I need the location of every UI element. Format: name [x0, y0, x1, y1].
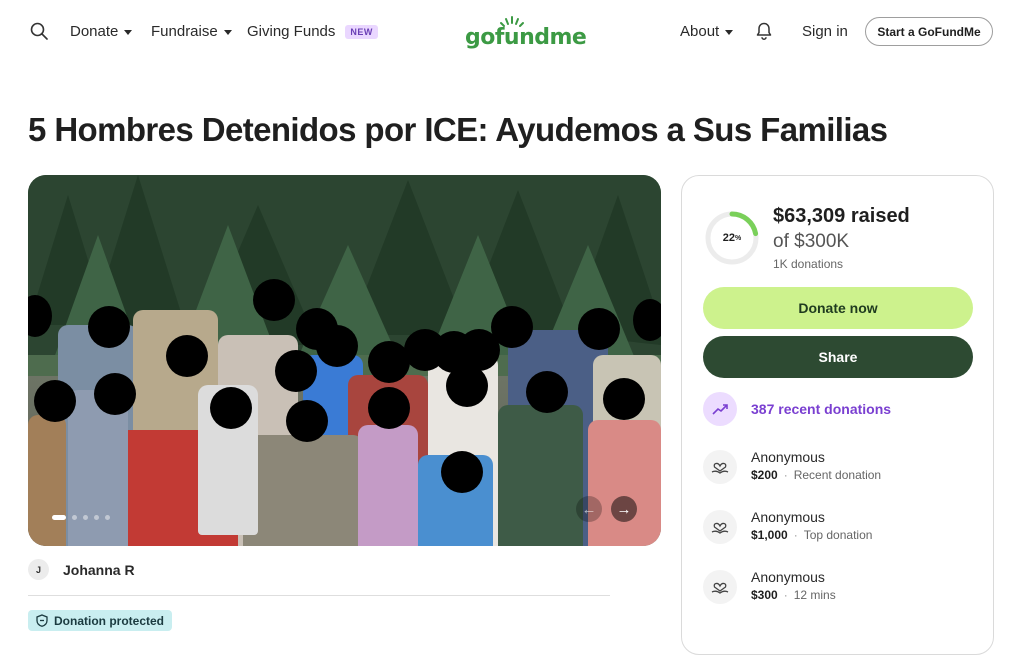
donation-item: Anonymous $300 · 12 mins	[703, 569, 836, 604]
amount-raised: $63,309 raised	[773, 205, 910, 227]
face-blur	[633, 299, 661, 341]
donation-item: Anonymous $200 · Recent donation	[703, 449, 882, 484]
donor-name: Anonymous	[751, 449, 825, 465]
goal-amount: of $300K	[773, 231, 850, 252]
bell-icon[interactable]	[754, 21, 774, 41]
arrow-right-icon[interactable]: →	[611, 496, 637, 522]
avatar: J	[28, 559, 49, 580]
donation-amount: $1,000	[751, 528, 788, 542]
arrow-left-icon[interactable]: ←	[576, 496, 602, 522]
campaign-photo[interactable]: ← →	[28, 175, 661, 546]
donor-name: Anonymous	[751, 569, 825, 585]
share-button[interactable]: Share	[703, 336, 973, 378]
nav-fundraise-label: Fundraise	[151, 23, 218, 40]
campaign-title: 5 Hombres Detenidos por ICE: Ayudemos a …	[28, 111, 888, 148]
recent-donations-link[interactable]: 387 recent donations	[703, 392, 891, 426]
sign-in-label: Sign in	[802, 23, 848, 40]
person	[28, 415, 66, 546]
heart-hand-icon	[703, 510, 737, 544]
donation-note: Top donation	[803, 528, 873, 542]
face-blur	[88, 306, 130, 348]
organizer-name: Johanna R	[63, 561, 135, 578]
carousel-dots[interactable]	[52, 515, 110, 520]
progress-percent-sign: %	[735, 234, 742, 242]
face-blur	[446, 365, 488, 407]
start-gofundme-button[interactable]: Start a GoFundMe	[865, 17, 993, 46]
person	[358, 425, 418, 546]
search-icon[interactable]	[30, 22, 48, 40]
new-badge: NEW	[345, 24, 378, 39]
nav-giving-funds[interactable]: Giving Funds NEW	[247, 23, 378, 40]
face-blur	[316, 325, 358, 367]
donation-count: 1K donations	[773, 257, 844, 271]
divider	[28, 595, 610, 596]
donation-protected-badge[interactable]: Donation protected	[28, 610, 172, 631]
face-blur	[526, 371, 568, 413]
donor-name: Anonymous	[751, 509, 825, 525]
chevron-down-icon	[124, 29, 133, 35]
organizer[interactable]: J Johanna R	[28, 559, 135, 580]
chevron-down-icon	[223, 29, 232, 35]
donation-panel: 22% $63,309 raised of $300K 1K donations…	[681, 175, 994, 655]
donation-amount: $200	[751, 468, 778, 482]
carousel-dot[interactable]	[52, 515, 66, 520]
nav-donate[interactable]: Donate	[70, 23, 133, 40]
trending-up-icon	[703, 392, 737, 426]
heart-hand-icon	[703, 570, 737, 604]
person	[588, 420, 661, 546]
face-blur	[441, 451, 483, 493]
face-blur	[491, 306, 533, 348]
carousel-dot[interactable]	[83, 515, 88, 520]
face-blur	[210, 387, 252, 429]
progress-percent-value: 22	[722, 232, 735, 244]
nav-about[interactable]: About	[680, 23, 734, 40]
carousel-dot[interactable]	[72, 515, 77, 520]
face-blur	[286, 400, 328, 442]
chevron-down-icon	[725, 29, 734, 35]
recent-donations-label: 387 recent donations	[751, 401, 892, 417]
top-nav: Donate Fundraise Giving Funds NEW gofund…	[0, 0, 1024, 64]
donation-note: Recent donation	[793, 468, 882, 482]
shield-icon	[36, 614, 48, 627]
person	[243, 435, 363, 546]
face-blur	[94, 373, 136, 415]
nav-giving-funds-label: Giving Funds	[247, 23, 336, 40]
donate-now-button[interactable]: Donate now	[703, 287, 973, 329]
face-blur	[34, 380, 76, 422]
person	[498, 405, 583, 546]
nav-donate-label: Donate	[70, 23, 119, 40]
progress-ring: 22%	[704, 210, 760, 266]
face-blur	[578, 308, 620, 350]
nav-fundraise[interactable]: Fundraise	[151, 23, 232, 40]
face-blur	[166, 335, 208, 377]
heart-hand-icon	[703, 450, 737, 484]
face-blur	[275, 350, 317, 392]
donation-item: Anonymous $1,000 · Top donation	[703, 509, 873, 544]
logo-wordmark: gofundme	[465, 25, 587, 50]
gofundme-logo[interactable]: gofundme	[465, 14, 587, 50]
face-blur	[368, 387, 410, 429]
face-blur	[603, 378, 645, 420]
progress-percent: 22%	[704, 210, 760, 266]
sign-in-link[interactable]: Sign in	[802, 23, 848, 40]
nav-about-label: About	[680, 23, 720, 40]
donation-amount: $300	[751, 588, 778, 602]
donation-note: 12 mins	[793, 588, 836, 602]
carousel-dot[interactable]	[105, 515, 110, 520]
carousel-dot[interactable]	[94, 515, 99, 520]
face-blur	[253, 279, 295, 321]
donation-protected-label: Donation protected	[54, 613, 164, 628]
